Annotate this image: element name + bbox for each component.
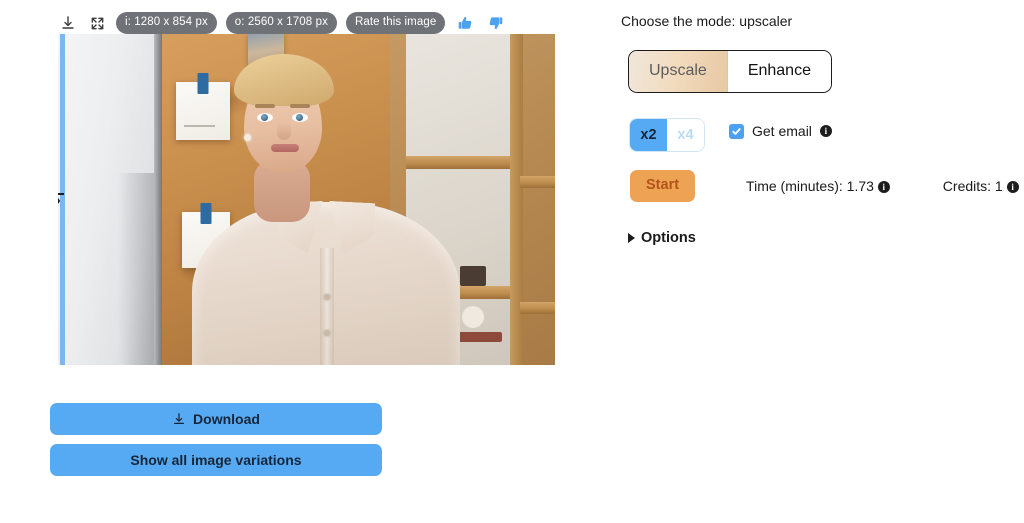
get-email-row: Get email i [729, 120, 832, 142]
start-button[interactable]: Start [630, 170, 696, 202]
photo-button [324, 330, 330, 336]
mode-toggle-group: Upscale Enhance [628, 50, 832, 93]
options-label: Options [641, 230, 696, 246]
get-email-checkbox[interactable] [729, 123, 744, 139]
credits-cost: Credits: 1 i [943, 178, 1019, 194]
photo-brow-right [290, 104, 310, 108]
photo-eye-right [292, 113, 308, 122]
photo-brow-left [255, 104, 275, 108]
photo-subject-blouse [192, 202, 460, 365]
scale-toggle-group: x2 x4 [630, 119, 704, 151]
time-estimate: Time (minutes): 1.73 i [746, 178, 890, 194]
start-row: Start Time (minutes): 1.73 i Credits: 1 … [630, 170, 1019, 202]
photo-shelf-object [462, 306, 484, 328]
photo-shelf-divider [510, 34, 523, 365]
thumbs-down-icon[interactable] [486, 14, 505, 33]
credits-info-icon[interactable]: i [1006, 181, 1019, 194]
download-icon[interactable] [58, 13, 78, 33]
mode-option-enhance[interactable]: Enhance [727, 51, 831, 92]
download-button-label: Download [193, 411, 260, 427]
show-all-variations-label: Show all image variations [130, 452, 302, 468]
result-image [58, 34, 555, 365]
photo-eye-left [257, 113, 273, 122]
show-all-variations-button[interactable]: Show all image variations [50, 444, 382, 476]
download-button[interactable]: Download [50, 403, 382, 435]
photo-shelf-board [520, 176, 555, 188]
photo-shelf-object [460, 266, 486, 286]
thumbs-up-icon[interactable] [456, 14, 475, 33]
caret-right-icon [628, 233, 635, 243]
compare-slider-handle[interactable]: › [58, 34, 67, 365]
photo-placket [320, 248, 334, 365]
time-info-icon[interactable]: i [877, 181, 890, 194]
time-estimate-label: Time (minutes): 1.73 [746, 178, 874, 194]
settings-panel: Choose the mode: upscaler Upscale Enhanc… [621, 0, 1019, 523]
download-icon [172, 412, 186, 426]
photo-nose [277, 122, 291, 140]
fullscreen-icon[interactable] [87, 13, 107, 33]
mode-option-upscale[interactable]: Upscale [629, 51, 728, 92]
mode-label: Choose the mode: upscaler [621, 13, 793, 29]
input-size-badge: i: 1280 x 854 px [116, 11, 217, 35]
photo-button [324, 294, 330, 300]
credits-cost-label: Credits: 1 [942, 178, 1003, 194]
compare-slider-chevron: › [58, 180, 67, 220]
rate-this-image-button[interactable]: Rate this image [345, 11, 446, 35]
get-email-info-icon[interactable]: i [819, 125, 832, 137]
result-column: i: 1280 x 854 px o: 2560 x 1708 px Rate … [50, 0, 570, 523]
photo-lips [271, 144, 299, 152]
result-actions: Download Show all image variations [50, 403, 432, 485]
image-toolbar: i: 1280 x 854 px o: 2560 x 1708 px Rate … [58, 10, 505, 36]
scale-option-x4[interactable]: x4 [667, 119, 704, 151]
photo-shelf-object [458, 332, 502, 342]
photo-earring [244, 134, 251, 141]
image-preview[interactable]: › [58, 34, 555, 365]
options-disclosure[interactable]: Options [628, 230, 696, 246]
photo-note [176, 82, 230, 140]
get-email-label: Get email [752, 123, 812, 139]
output-size-badge: o: 2560 x 1708 px [225, 11, 337, 35]
scale-option-x2[interactable]: x2 [630, 119, 667, 151]
photo-shelf-board [406, 156, 512, 169]
photo-shelf-board [520, 302, 555, 314]
